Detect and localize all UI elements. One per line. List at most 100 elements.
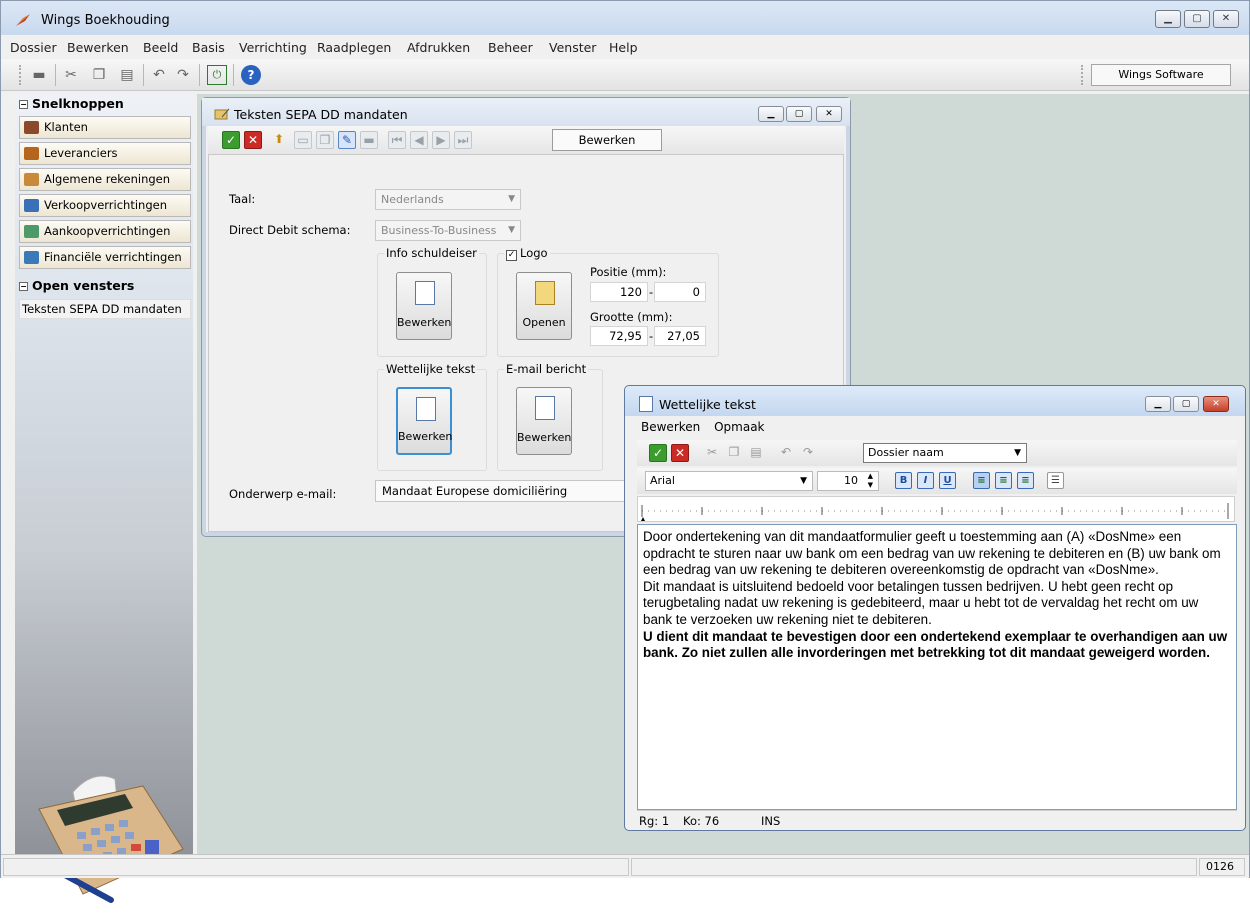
exit-icon[interactable]: ⏻ <box>207 65 227 85</box>
menu-bewerken[interactable]: Bewerken <box>641 420 700 434</box>
menu-bewerken[interactable]: Bewerken <box>67 40 129 55</box>
cut-icon[interactable]: ✂ <box>61 65 81 85</box>
bullet-list-icon[interactable]: ☰ <box>1047 472 1064 489</box>
window-title-bar[interactable]: Wettelijke tekst ▁ ▢ ✕ <box>625 386 1245 416</box>
sidebar-item-algemene-rekeningen[interactable]: Algemene rekeningen <box>19 168 191 191</box>
window-title: Wettelijke tekst <box>659 397 756 412</box>
legal-text-window: Wettelijke tekst ▁ ▢ ✕ Bewerken Opmaak ✓… <box>624 385 1246 831</box>
menu-beeld[interactable]: Beeld <box>143 40 178 55</box>
sidebar-item-aankoopverrichtingen[interactable]: Aankoopverrichtingen <box>19 220 191 243</box>
field-select[interactable]: Dossier naam ▼ <box>863 443 1027 463</box>
maximize-button[interactable]: ▢ <box>1173 396 1199 412</box>
copy-icon[interactable]: ❐ <box>89 65 109 85</box>
confirm-icon[interactable]: ✓ <box>649 444 667 462</box>
collapse-icon[interactable]: − <box>19 100 28 109</box>
section-open-vensters[interactable]: − Open vensters <box>19 278 191 296</box>
next-record-icon[interactable]: ▶ <box>432 131 450 149</box>
copy-icon[interactable]: ❐ <box>725 444 743 462</box>
font-size-input[interactable]: 10 ▲ ▼ <box>817 471 879 491</box>
cancel-icon[interactable]: ✕ <box>671 444 689 462</box>
title-bar: Wings Boekhouding ▁ ▢ ✕ <box>1 1 1249 35</box>
sidebar-item-leveranciers[interactable]: Leveranciers <box>19 142 191 165</box>
legal-group-title: Wettelijke tekst <box>384 362 478 376</box>
redo-icon[interactable]: ↷ <box>799 444 817 462</box>
edit-icon[interactable]: ✎ <box>338 131 356 149</box>
window-title-bar[interactable]: Teksten SEPA DD mandaten ▁ ▢ ✕ <box>202 98 850 126</box>
size-width-input[interactable]: 72,95 <box>590 326 648 346</box>
editor-toolbar: ✓ ✕ ✂ ❐ ▤ ↶ ↷ Dossier naam ▼ <box>637 440 1237 466</box>
close-button[interactable]: ✕ <box>1213 10 1239 28</box>
logo-open-button[interactable]: Openen <box>516 272 572 340</box>
menu-help[interactable]: Help <box>609 40 638 55</box>
section-snelknoppen[interactable]: − Snelknoppen <box>19 96 191 114</box>
menu-venster[interactable]: Venster <box>549 40 596 55</box>
ruler[interactable] <box>637 496 1235 522</box>
cut-icon[interactable]: ✂ <box>703 444 721 462</box>
menu-verrichting[interactable]: Verrichting <box>239 40 307 55</box>
undo-icon[interactable]: ↶ <box>149 65 169 85</box>
legal-edit-button[interactable]: Bewerken <box>396 387 452 455</box>
menu-afdrukken[interactable]: Afdrukken <box>407 40 470 55</box>
menu-basis[interactable]: Basis <box>192 40 225 55</box>
help-icon[interactable]: ? <box>241 65 261 85</box>
column-indicator: Ko: 76 <box>683 814 720 828</box>
spinner-icon[interactable]: ▲ ▼ <box>868 472 873 490</box>
separator <box>199 64 200 86</box>
paste-icon[interactable]: ▤ <box>747 444 765 462</box>
position-y-input[interactable]: 0 <box>654 282 706 302</box>
minimize-button[interactable]: ▁ <box>1145 396 1171 412</box>
delete-icon[interactable]: ▬ <box>360 131 378 149</box>
first-record-icon[interactable]: ⏮ <box>388 131 406 149</box>
underline-icon[interactable]: U <box>939 472 956 489</box>
bold-icon[interactable]: B <box>895 472 912 489</box>
minimize-button[interactable]: ▁ <box>1155 10 1181 28</box>
confirm-icon[interactable]: ✓ <box>222 131 240 149</box>
sidebar-item-financiele-verrichtingen[interactable]: Financiële verrichtingen <box>19 246 191 269</box>
maximize-button[interactable]: ▢ <box>1184 10 1210 28</box>
logo-checkbox[interactable]: ✓ Logo <box>504 246 550 261</box>
app-logo-icon <box>16 14 30 26</box>
previous-record-icon[interactable]: ◀ <box>410 131 428 149</box>
open-window-item[interactable]: Teksten SEPA DD mandaten <box>19 299 191 319</box>
new-icon[interactable]: ▭ <box>294 131 312 149</box>
chevron-down-icon: ▼ <box>508 225 515 235</box>
schema-select[interactable]: Business-To-Business ▼ <box>375 220 521 241</box>
menu-dossier[interactable]: Dossier <box>10 40 57 55</box>
cancel-icon[interactable]: ✕ <box>244 131 262 149</box>
taal-select[interactable]: Nederlands ▼ <box>375 189 521 210</box>
undo-icon[interactable]: ↶ <box>777 444 795 462</box>
toolbar-grip[interactable] <box>1081 65 1084 85</box>
rich-text-editor[interactable]: Door ondertekening van dit mandaatformul… <box>637 524 1237 810</box>
sidebar-item-klanten[interactable]: Klanten <box>19 116 191 139</box>
align-right-icon[interactable]: ≡ <box>1017 472 1034 489</box>
sidebar-item-verkoopverrichtingen[interactable]: Verkoopverrichtingen <box>19 194 191 217</box>
close-button[interactable]: ✕ <box>816 106 842 122</box>
close-button[interactable]: ✕ <box>1203 396 1229 412</box>
redo-icon[interactable]: ↷ <box>173 65 193 85</box>
status-bar: 0126 <box>1 854 1249 878</box>
email-edit-button[interactable]: Bewerken <box>516 387 572 455</box>
duplicate-icon[interactable]: ❐ <box>316 131 334 149</box>
purchase-icon <box>24 225 39 238</box>
toolbar-grip[interactable] <box>19 65 22 85</box>
checkbox-checked-icon[interactable]: ✓ <box>506 250 517 261</box>
font-select[interactable]: Arial ▼ <box>645 471 813 491</box>
info-edit-button[interactable]: Bewerken <box>396 272 452 340</box>
align-left-icon[interactable]: ≡ <box>973 472 990 489</box>
menu-opmaak[interactable]: Opmaak <box>714 420 764 434</box>
maximize-button[interactable]: ▢ <box>786 106 812 122</box>
print-icon[interactable]: ▬ <box>29 65 49 85</box>
menu-raadplegen[interactable]: Raadplegen <box>317 40 391 55</box>
paste-icon[interactable]: ▤ <box>117 65 137 85</box>
size-height-input[interactable]: 27,05 <box>654 326 706 346</box>
menu-beheer[interactable]: Beheer <box>488 40 533 55</box>
mode-indicator: Bewerken <box>552 129 662 151</box>
collapse-icon[interactable]: − <box>19 282 28 291</box>
last-record-icon[interactable]: ⏭ <box>454 131 472 149</box>
italic-icon[interactable]: I <box>917 472 934 489</box>
position-x-input[interactable]: 120 <box>590 282 648 302</box>
editor-menu-bar: Bewerken Opmaak <box>641 420 765 434</box>
export-icon[interactable]: ⬆ <box>270 131 288 149</box>
align-center-icon[interactable]: ≡ <box>995 472 1012 489</box>
minimize-button[interactable]: ▁ <box>758 106 784 122</box>
